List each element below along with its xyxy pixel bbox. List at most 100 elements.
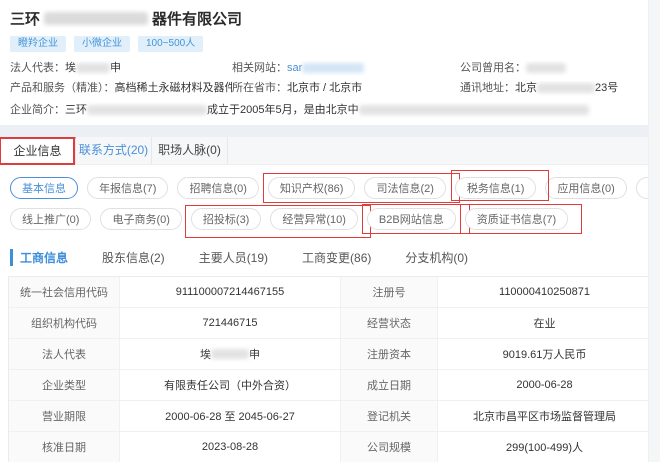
address-field: 通讯地址：北京 23号 [460,81,650,96]
redacted-website [302,63,365,74]
company-header: 三环 器件有限公司 瞪羚企业 小微企业 100~500人 法人代表：埃 申 相关网… [0,0,660,125]
legal-rep-field: 法人代表：埃 申 [10,61,232,76]
redacted-former-name [526,63,566,74]
products-field: 产品和服务（精准）：高档稀土永磁材料及器件... [10,81,232,96]
cell-status-label: 经营状态 [341,308,438,338]
tag-small-enterprise: 小微企业 [74,36,130,52]
cell-business-term-value: 2000-06-28 至 2045-06-27 [120,401,341,431]
table-row: 组织机构代码 721446715 经营状态 在业 [9,308,651,339]
main-tabbar: 企业信息 联系方式(20) 职场人脉(0) [0,137,660,165]
tab-workplace-network[interactable]: 职场人脉(0) [152,137,228,164]
region-label: 所在省市： [232,82,287,94]
annotation-box-bidding-abnormal: 招投标(3) 经营异常(10) [184,205,371,238]
redacted-intro-2 [358,105,589,116]
tab-contact-info-label: 联系方式(20) [78,143,149,157]
address-label: 通讯地址： [460,82,515,94]
company-intro: 企业简介：三环 成立于2005年5月，是由北京中 [10,101,650,117]
intro-part1: 三环 [65,104,87,116]
section-tab-business-changes[interactable]: 工商变更(86) [302,249,371,266]
legal-rep-suffix: 申 [110,62,121,74]
table-row: 营业期限 2000-06-28 至 2045-06-27 登记机关 北京市昌平区… [9,401,651,432]
cell-business-term-label: 营业期限 [9,401,120,431]
pill-b2b-website[interactable]: B2B网站信息 [366,208,456,230]
cell-founded-date-value: 2000-06-28 [516,379,573,391]
tab-workplace-network-label: 职场人脉(0) [158,143,221,157]
cell-registry-value: 北京市昌平区市场监督管理局 [473,411,616,423]
pill-app-info[interactable]: 应用信息(0) [545,177,627,199]
pill-basic-info[interactable]: 基本信息 [10,177,78,199]
cell-reg-number-value: 110000410250871 [499,286,590,298]
cell-status-value: 在业 [533,318,556,330]
pill-bidding[interactable]: 招投标(3) [190,208,262,230]
table-row: 统一社会信用代码 911100007214467155 注册号 11000041… [9,277,651,308]
pill-tax-info[interactable]: 税务信息(1) [454,177,537,199]
cell-reg-capital-label: 注册资本 [341,339,438,369]
annotation-box-ip-judicial: 知识产权(86) 司法信息(2) [262,173,460,203]
cell-org-code-label: 组织机构代码 [9,308,120,338]
redacted-legal-rep [76,63,110,74]
tag-gazelle: 瞪羚企业 [10,36,66,52]
redacted-intro-1 [87,105,207,116]
page-right-gutter [648,0,660,462]
cell-reg-capital-value: 9019.61万人民币 [502,349,587,361]
products-value: 高档稀土永磁材料及器件... [114,82,233,94]
table-row: 法人代表 埃申 注册资本 9019.61万人民币 [9,339,651,370]
cell-legal-rep-value: 埃申 [120,339,341,369]
intro-part2: 成立于2005年5月，是由北京中 [207,104,359,116]
category-pills: 基本信息 年报信息(7) 招聘信息(0) 知识产权(86) 司法信息(2) 税务… [0,165,660,241]
cell-legal-rep-label: 法人代表 [9,339,120,369]
cell-registry-label: 登记机关 [341,401,438,431]
annotation-box-b2b: B2B网站信息 [361,204,470,234]
table-row: 企业类型 有限责任公司（中外合资） 成立日期 2000-06-28 [9,370,651,401]
website-link[interactable]: sar [287,62,302,74]
cell-approval-date-label: 核准日期 [9,432,120,462]
pill-intellectual-property[interactable]: 知识产权(86) [267,177,356,199]
intro-label: 企业简介： [10,104,65,116]
pill-annual-report[interactable]: 年报信息(7) [87,177,169,199]
address-prefix: 北京 [515,82,537,94]
address-suffix: 23号 [595,82,619,94]
cell-company-type-value: 有限责任公司（中外合资） [120,370,341,400]
redacted-company-name [44,12,149,25]
company-name-prefix: 三环 [10,11,41,28]
pill-judicial-info[interactable]: 司法信息(2) [364,177,446,199]
pill-online-promo[interactable]: 线上推广(0) [10,208,92,230]
former-name-label: 公司曾用名： [460,62,526,74]
annotation-box-qualification: 资质证书信息(7) [459,204,583,234]
pill-ecommerce[interactable]: 电子商务(0) [100,208,182,230]
cell-approval-date-value: 2023-08-28 [120,432,341,462]
section-tab-business-info[interactable]: 工商信息 [10,249,68,266]
cell-reg-number-label: 注册号 [341,277,438,307]
section-tabs: 工商信息 股东信息(2) 主要人员(19) 工商变更(86) 分支机构(0) [0,241,660,276]
products-label: 产品和服务（精准）： [10,82,115,94]
section-tab-branches[interactable]: 分支机构(0) [405,249,468,266]
tag-headcount: 100~500人 [138,36,204,52]
table-row: 核准日期 2023-08-28 公司规模 299(100-499)人 [9,432,651,462]
website-field: 相关网站：sar [232,61,460,76]
redacted-legal-rep-table [211,349,249,359]
pill-recruitment[interactable]: 招聘信息(0) [177,177,259,199]
redacted-address [537,83,595,94]
company-tags: 瞪羚企业 小微企业 100~500人 [10,36,650,52]
company-profile-page: 三环 器件有限公司 瞪羚企业 小微企业 100~500人 法人代表：埃申 相关网… [0,0,660,462]
cell-company-size-value: 299(100-499)人 [505,442,584,454]
cell-credit-code-value: 911100007214467155 [120,277,341,307]
separator-band [0,125,660,137]
tab-company-info[interactable]: 企业信息 [0,137,76,165]
tab-contact-info[interactable]: 联系方式(20) [76,137,152,164]
cell-org-code-value: 721446715 [120,308,341,338]
annotation-box-tax-info: 税务信息(1) [450,170,550,201]
company-name-suffix: 器件有限公司 [152,11,243,28]
region-value: 北京市 / 北京市 [287,82,363,94]
pill-business-abnormal[interactable]: 经营异常(10) [270,208,358,230]
legal-rep-label: 法人代表： [10,62,65,74]
website-label: 相关网站： [232,62,287,74]
tab-company-info-label: 企业信息 [13,144,62,158]
cell-company-type-label: 企业类型 [9,370,120,400]
section-tab-key-personnel[interactable]: 主要人员(19) [199,249,268,266]
pill-qualification-cert[interactable]: 资质证书信息(7) [464,208,569,230]
region-field: 所在省市：北京市 / 北京市 [232,81,460,96]
legal-rep-table-suffix: 申 [249,349,260,361]
section-tab-shareholders[interactable]: 股东信息(2) [102,249,165,266]
cell-founded-date-label: 成立日期 [341,370,438,400]
